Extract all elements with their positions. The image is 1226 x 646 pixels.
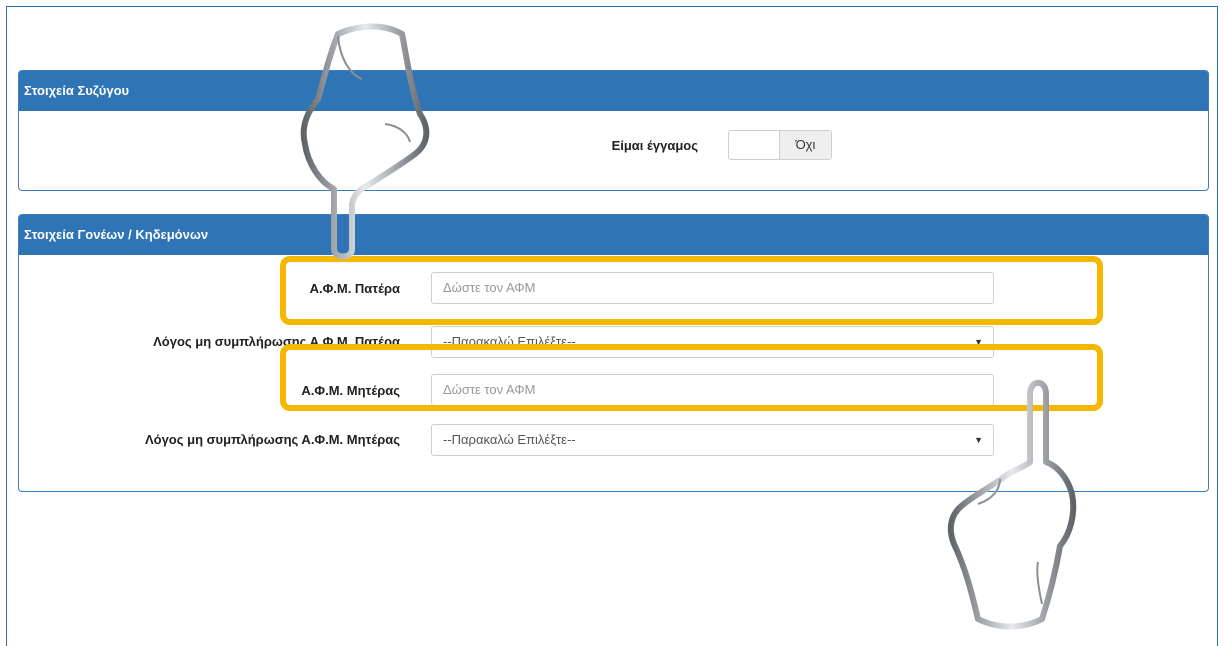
pointing-hand-icon — [300, 23, 430, 260]
spouse-panel: Στοιχεία Συζύγου — [18, 70, 1209, 191]
mother-reason-label: Λόγος μη συμπλήρωσης Α.Φ.Μ. Μητέρας — [144, 432, 400, 447]
mother-reason-select[interactable]: --Παρακαλώ Επιλέξτε-- ▼ — [431, 424, 994, 456]
mother-reason-value: --Παρακαλώ Επιλέξτε-- — [443, 432, 576, 447]
married-toggle-value: Όχι — [779, 131, 831, 159]
married-label: Είμαι έγγαμος — [611, 138, 698, 153]
pointing-hand-icon — [947, 379, 1077, 630]
spouse-panel-title: Στοιχεία Συζύγου — [19, 71, 1208, 111]
parents-panel-title: Στοιχεία Γονέων / Κηδεμόνων — [19, 215, 1208, 255]
father-afm-highlight — [280, 256, 1103, 325]
married-toggle[interactable]: Όχι — [728, 130, 832, 160]
